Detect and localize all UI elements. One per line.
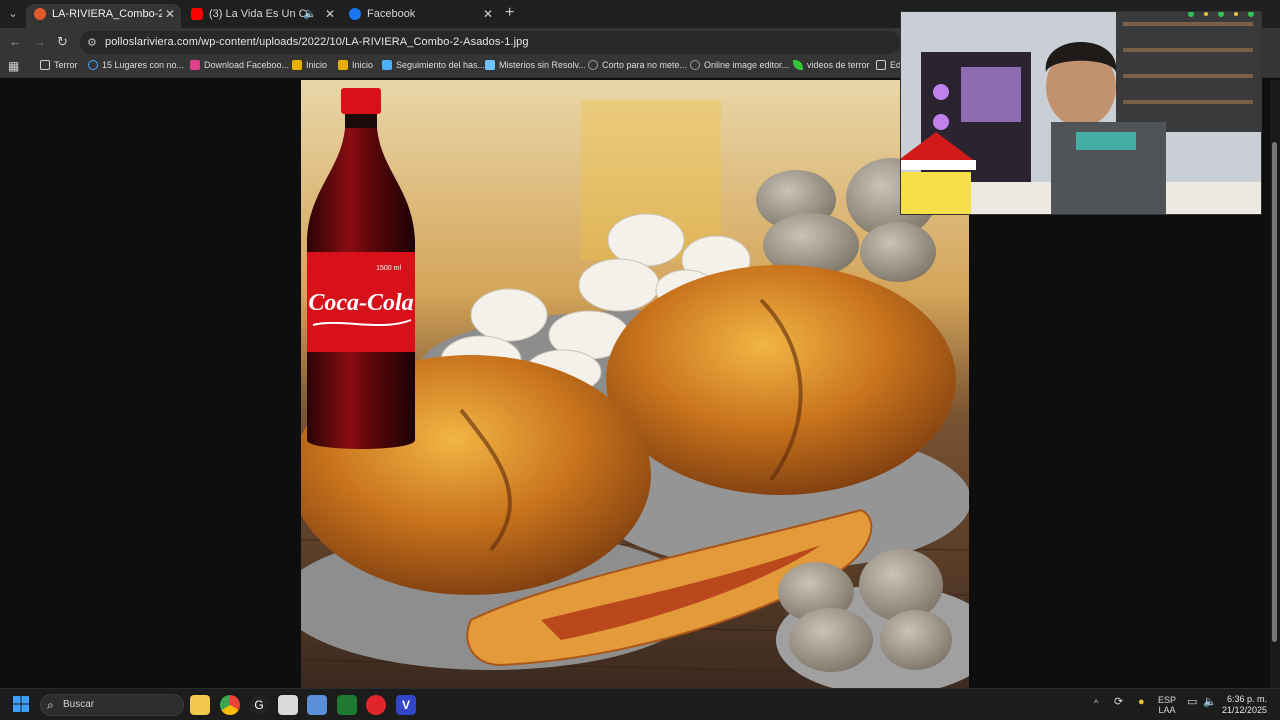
bookmark-download-facebook[interactable]: Download Faceboo... bbox=[190, 60, 289, 70]
language-indicator[interactable]: ESP LAA bbox=[1158, 695, 1176, 715]
tab-title: LA-RIVIERA_Combo-2-Asados- bbox=[52, 8, 162, 20]
tracking-icon bbox=[382, 60, 392, 70]
address-bar[interactable]: ⚙ polloslariviera.com/wp-content/uploads… bbox=[80, 31, 900, 54]
chat-icon bbox=[88, 60, 98, 70]
tab-title: Facebook bbox=[367, 8, 416, 20]
youtube-icon bbox=[191, 8, 203, 20]
bookmark-corto[interactable]: Corto para no mete... bbox=[588, 60, 687, 70]
bookmark-ed[interactable]: Ed bbox=[876, 60, 901, 70]
combo-food-image[interactable]: Coca-Cola 1500 ml bbox=[301, 80, 969, 688]
bottle-brand-text: Coca-Cola bbox=[308, 290, 413, 316]
url-text[interactable]: polloslariviera.com/wp-content/uploads/2… bbox=[105, 36, 529, 48]
chrome-icon[interactable] bbox=[220, 695, 240, 715]
bookmark-inicio-2[interactable]: Inicio bbox=[338, 60, 373, 70]
chevron-up-icon[interactable]: ^ bbox=[1094, 698, 1098, 708]
tab-title: (3) La Vida Es Un Carnaval bbox=[209, 8, 309, 20]
bookmark-inicio-1[interactable]: Inicio bbox=[292, 60, 327, 70]
site-icon bbox=[485, 60, 495, 70]
speaker-icon[interactable]: 🔈 bbox=[303, 4, 317, 24]
clock-time: 6:36 p. m. bbox=[1227, 694, 1268, 704]
keyboard-layout: LAA bbox=[1158, 705, 1176, 715]
calculator-icon[interactable] bbox=[307, 695, 327, 715]
apps-grid-icon[interactable]: ▦ bbox=[8, 59, 19, 73]
globe-icon bbox=[690, 60, 700, 70]
site-icon bbox=[292, 60, 302, 70]
close-icon[interactable]: ✕ bbox=[325, 4, 335, 24]
image-favicon-icon bbox=[34, 8, 46, 20]
new-tab-button[interactable]: + bbox=[505, 5, 514, 21]
scrollbar-thumb[interactable] bbox=[1272, 142, 1277, 642]
close-icon[interactable]: ✕ bbox=[483, 4, 493, 24]
bookmark-label: Seguimiento del has... bbox=[396, 60, 486, 70]
windows-start-icon[interactable] bbox=[12, 695, 32, 715]
taskbar-search[interactable]: ⌕ Buscar bbox=[40, 694, 184, 716]
webcam-overlay bbox=[900, 11, 1262, 215]
reload-icon[interactable]: ↻ bbox=[57, 34, 68, 50]
search-placeholder: Buscar bbox=[63, 699, 95, 710]
app-image-icon[interactable] bbox=[278, 695, 298, 715]
bookmark-videos-terror[interactable]: videos de terror bbox=[793, 60, 870, 70]
bookmark-label: Corto para no mete... bbox=[602, 60, 688, 70]
back-arrow-icon[interactable]: ← bbox=[9, 34, 22, 49]
volume-icon[interactable]: 🔈 bbox=[1203, 697, 1217, 708]
forward-arrow-icon[interactable]: → bbox=[33, 34, 46, 49]
bookmark-label: Terror bbox=[54, 60, 78, 70]
site-info-icon[interactable]: ⚙ bbox=[87, 36, 97, 49]
clock-date: 21/12/2025 bbox=[1222, 705, 1268, 715]
leaf-icon bbox=[793, 60, 803, 70]
download-icon bbox=[190, 60, 200, 70]
sync-icon[interactable]: ⟳ bbox=[1114, 697, 1123, 708]
food-photo-illustration: Coca-Cola 1500 ml bbox=[301, 80, 969, 688]
app-red-icon[interactable] bbox=[366, 695, 386, 715]
bookmark-label: Inicio bbox=[306, 60, 328, 70]
tab-facebook[interactable]: Facebook ✕ bbox=[341, 4, 499, 28]
file-explorer-icon[interactable] bbox=[190, 695, 210, 715]
webcam-video bbox=[901, 12, 1261, 214]
tab-search-button[interactable]: ⌄ bbox=[4, 5, 22, 23]
tab-la-riviera[interactable]: LA-RIVIERA_Combo-2-Asados- ✕ bbox=[26, 4, 181, 28]
bookmark-label: Download Faceboo... bbox=[204, 60, 290, 70]
bookmark-terror[interactable]: Terror bbox=[40, 60, 78, 70]
search-icon: ⌕ bbox=[47, 698, 54, 712]
folder-icon bbox=[876, 60, 886, 70]
bookmark-15-lugares[interactable]: 15 Lugares con no... bbox=[88, 60, 184, 70]
language-code: ESP bbox=[1158, 695, 1177, 705]
bookmark-label: Inicio bbox=[352, 60, 374, 70]
folder-icon bbox=[40, 60, 50, 70]
bookmark-label: videos de terror bbox=[807, 60, 870, 70]
bookmark-misterios[interactable]: Misterios sin Resolv... bbox=[485, 60, 586, 70]
bookmark-seguimiento[interactable]: Seguimiento del has... bbox=[382, 60, 485, 70]
bottle-size-text: 1500 ml bbox=[376, 265, 401, 272]
bookmark-image-editor[interactable]: Online image editor... bbox=[690, 60, 789, 70]
facebook-icon bbox=[349, 8, 361, 20]
windows-taskbar: ⌕ Buscar G V ^ ⟳ ● ESP LAA ▭ 🔈 6:36 p. m… bbox=[0, 688, 1280, 720]
app-v-icon[interactable]: V bbox=[396, 695, 416, 715]
app-g-icon[interactable]: G bbox=[249, 695, 269, 715]
tab-youtube[interactable]: (3) La Vida Es Un Carnaval 🔈 ✕ bbox=[183, 4, 341, 28]
globe-icon bbox=[588, 60, 598, 70]
page-scrollbar[interactable] bbox=[1270, 80, 1280, 688]
bookmark-label: 15 Lugares con no... bbox=[102, 60, 185, 70]
bookmark-label: Misterios sin Resolv... bbox=[499, 60, 586, 70]
system-clock[interactable]: 6:36 p. m. 21/12/2025 bbox=[1222, 694, 1267, 716]
app-play-icon[interactable] bbox=[337, 695, 357, 715]
microphone-icon[interactable]: ● bbox=[1138, 697, 1145, 708]
close-icon[interactable]: ✕ bbox=[165, 4, 175, 24]
bookmark-label: Online image editor... bbox=[704, 60, 790, 70]
display-icon[interactable]: ▭ bbox=[1187, 697, 1197, 708]
site-icon bbox=[338, 60, 348, 70]
